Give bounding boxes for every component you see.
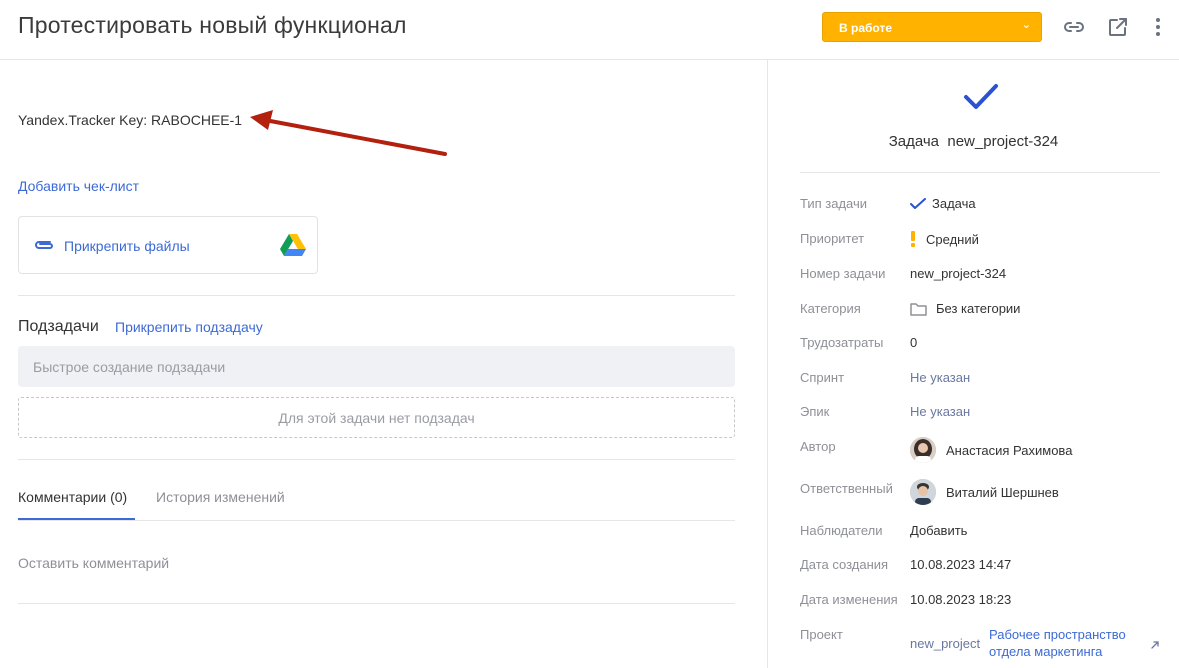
prop-value-sprint[interactable]: Не указан bbox=[910, 370, 970, 385]
prop-label-category: Категория bbox=[800, 301, 861, 316]
divider bbox=[800, 172, 1160, 173]
divider bbox=[18, 603, 735, 604]
folder-icon bbox=[910, 302, 927, 316]
divider bbox=[18, 459, 735, 460]
prop-value-project[interactable]: new_project bbox=[910, 636, 980, 651]
task-key: new_project-324 bbox=[947, 133, 1059, 150]
prop-label-epic: Эпик bbox=[800, 404, 830, 419]
task-properties-sidebar: Задача new_project-324 Тип задачи Задача… bbox=[768, 60, 1179, 668]
prop-value-modified: 10.08.2023 18:23 bbox=[910, 592, 1012, 607]
tab-comments[interactable]: Комментарии (0) bbox=[18, 489, 127, 505]
prop-type-text: Задача bbox=[932, 196, 976, 211]
prop-value-author[interactable]: Анастасия Рахимова bbox=[910, 437, 1072, 463]
prop-label-assignee: Ответственный bbox=[800, 481, 893, 496]
tab-history[interactable]: История изменений bbox=[156, 489, 285, 505]
prop-label-priority: Приоритет bbox=[800, 231, 865, 246]
task-summary: Задача new_project-324 bbox=[768, 133, 1179, 150]
task-type-word: Задача bbox=[888, 133, 940, 150]
quick-subtask-input[interactable] bbox=[18, 346, 735, 387]
prop-value-category[interactable]: Без категории bbox=[910, 301, 1020, 316]
prop-value-epic[interactable]: Не указан bbox=[910, 404, 970, 419]
prop-label-watchers: Наблюдатели bbox=[800, 523, 883, 538]
status-label: В работе bbox=[839, 21, 892, 35]
add-checklist-link[interactable]: Добавить чек-лист bbox=[18, 178, 139, 194]
prop-value-assignee[interactable]: Виталий Шершнев bbox=[910, 479, 1059, 505]
check-icon bbox=[910, 197, 926, 210]
chevron-down-icon: ⌄ bbox=[1021, 19, 1031, 31]
add-watcher-link[interactable]: Добавить bbox=[910, 523, 967, 538]
assignee-name: Виталий Шершнев bbox=[946, 484, 1059, 500]
prop-label-sprint: Спринт bbox=[800, 370, 845, 385]
prop-label-modified: Дата изменения bbox=[800, 592, 898, 607]
external-link-icon[interactable] bbox=[1151, 636, 1159, 654]
prop-value-created: 10.08.2023 14:47 bbox=[910, 557, 1012, 572]
external-link-icon[interactable] bbox=[1106, 15, 1130, 39]
page-title: Протестировать новый функционал bbox=[18, 12, 407, 38]
link-icon[interactable] bbox=[1062, 15, 1086, 39]
prop-label-number: Номер задачи bbox=[800, 266, 886, 281]
prop-label-author: Автор bbox=[800, 439, 836, 454]
subtasks-heading: Подзадачи bbox=[18, 318, 99, 335]
prop-label-type: Тип задачи bbox=[800, 196, 868, 211]
prop-label-project: Проект bbox=[800, 627, 843, 642]
task-main: Yandex.Tracker Key: RABOCHEE-1 Добавить … bbox=[0, 60, 767, 668]
task-header: Протестировать новый функционал В работе… bbox=[0, 0, 1179, 60]
empty-subtasks-placeholder: Для этой задачи нет подзадач bbox=[18, 397, 735, 438]
paperclip-icon bbox=[33, 237, 55, 258]
more-vertical-icon[interactable] bbox=[1146, 15, 1170, 39]
attach-files-label: Прикрепить файлы bbox=[64, 238, 190, 254]
prop-label-created: Дата создания bbox=[800, 557, 889, 572]
task-type-check-icon bbox=[963, 82, 999, 117]
leave-comment-field[interactable]: Оставить комментарий bbox=[18, 555, 169, 571]
prop-value-type[interactable]: Задача bbox=[910, 196, 976, 211]
prop-value-priority[interactable]: Средний bbox=[910, 231, 979, 247]
prop-priority-text: Средний bbox=[926, 231, 979, 247]
attach-subtask-link[interactable]: Прикрепить подзадачу bbox=[115, 319, 263, 335]
priority-exclamation-icon bbox=[910, 231, 916, 247]
workspace-link[interactable]: Рабочее пространство отдела маркетинга bbox=[989, 626, 1149, 660]
author-avatar bbox=[910, 437, 936, 463]
google-drive-icon[interactable] bbox=[280, 234, 306, 261]
divider bbox=[18, 295, 735, 296]
annotation-arrow bbox=[250, 110, 447, 156]
task-description: Yandex.Tracker Key: RABOCHEE-1 bbox=[18, 112, 243, 128]
author-name: Анастасия Рахимова bbox=[946, 442, 1073, 458]
prop-label-effort: Трудозатраты bbox=[800, 335, 884, 350]
attach-files-area[interactable]: Прикрепить файлы bbox=[18, 216, 318, 274]
assignee-avatar bbox=[910, 479, 936, 505]
prop-category-text: Без категории bbox=[936, 301, 1021, 316]
divider bbox=[18, 520, 735, 521]
prop-value-effort[interactable]: 0 bbox=[910, 335, 917, 350]
prop-value-number: new_project-324 bbox=[910, 266, 1007, 281]
status-dropdown[interactable]: В работе ⌄ bbox=[822, 12, 1042, 42]
